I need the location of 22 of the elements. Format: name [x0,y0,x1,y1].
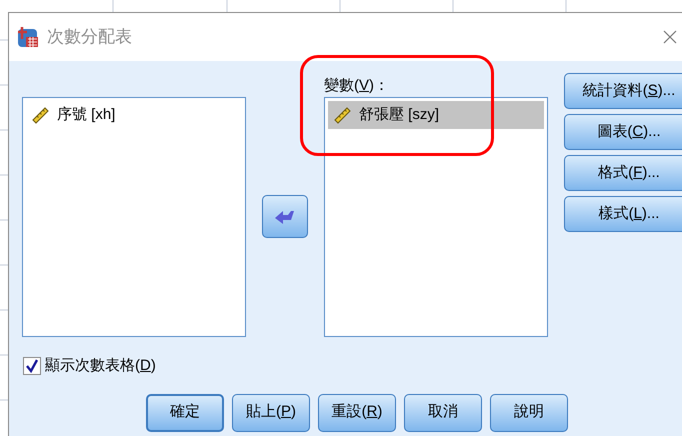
move-left-button[interactable] [262,195,308,238]
side-button[interactable]: 圖表(C)... [564,114,682,150]
side-button[interactable]: 格式(F)... [564,155,682,191]
ruler-icon [31,105,51,125]
side-button[interactable]: 樣式(L)... [564,196,682,232]
check-icon [25,359,39,374]
dialog-button[interactable]: 重設(R) [318,394,396,432]
dialog-button[interactable]: 貼上(P) [232,394,310,432]
variable-item[interactable]: 序號 [xh] [26,101,242,129]
table-icon [17,26,39,48]
variables-label: 變數(V)： [324,76,390,96]
checkbox[interactable] [23,357,41,376]
dialog-button[interactable]: 確定 [146,394,224,432]
dialog-button[interactable]: 說明 [490,394,568,432]
variable-item[interactable]: 舒張壓 [szy] [328,101,544,129]
window-title: 次數分配表 [47,26,132,48]
dialog-button[interactable]: 取消 [404,394,482,432]
arrow-left-icon [274,208,296,224]
close-icon[interactable] [663,30,677,44]
checkbox-label: 顯示次數表格(D) [45,356,156,376]
side-button[interactable]: 統計資料(S)... [564,73,682,109]
ruler-icon [333,105,353,125]
